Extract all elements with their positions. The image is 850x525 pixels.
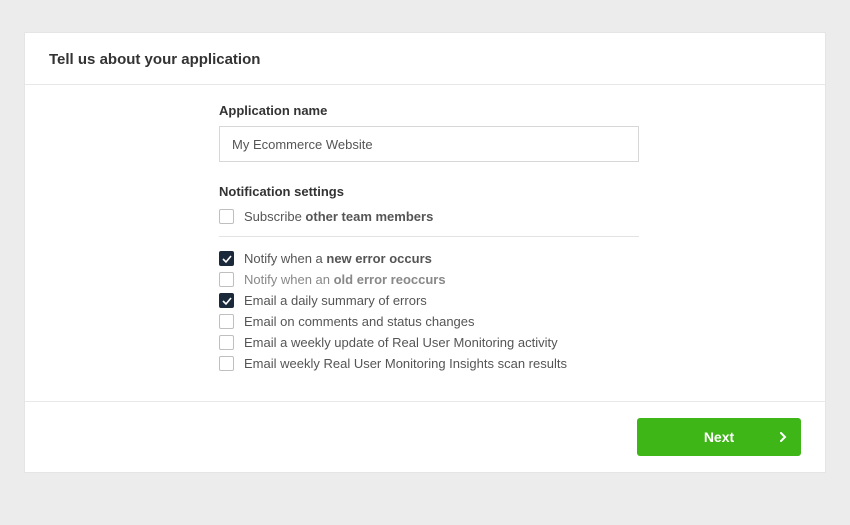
app-name-input[interactable]: [219, 126, 639, 162]
notification-label: Email a daily summary of errors: [244, 293, 427, 308]
app-name-label: Application name: [219, 103, 659, 118]
notification-checkbox[interactable]: [219, 293, 234, 308]
app-setup-card: Tell us about your application Applicati…: [24, 32, 826, 473]
notification-settings-label: Notification settings: [219, 184, 659, 199]
subscribe-checkbox[interactable]: [219, 209, 234, 224]
notification-label: Notify when an old error reoccurs: [244, 272, 446, 287]
notification-label: Email a weekly update of Real User Monit…: [244, 335, 558, 350]
subscribe-label: Subscribe other team members: [244, 209, 433, 224]
notification-row: Email weekly Real User Monitoring Insigh…: [219, 356, 659, 371]
card-body: Application name Notification settings S…: [25, 85, 825, 401]
notification-label: Email on comments and status changes: [244, 314, 475, 329]
notification-row: Email a daily summary of errors: [219, 293, 659, 308]
chevron-right-icon: [780, 429, 787, 445]
notification-checkbox[interactable]: [219, 251, 234, 266]
check-icon: [222, 296, 232, 306]
notification-checkbox[interactable]: [219, 335, 234, 350]
card-title: Tell us about your application: [49, 51, 801, 68]
notification-checkbox[interactable]: [219, 272, 234, 287]
card-header: Tell us about your application: [25, 33, 825, 85]
notification-row: Notify when an old error reoccurs: [219, 272, 659, 287]
notification-row: Notify when a new error occurs: [219, 251, 659, 266]
notification-row: Email a weekly update of Real User Monit…: [219, 335, 659, 350]
next-button[interactable]: Next: [637, 418, 801, 456]
next-button-label: Next: [704, 429, 734, 445]
notification-checkbox[interactable]: [219, 314, 234, 329]
notification-label: Notify when a new error occurs: [244, 251, 432, 266]
divider: [219, 236, 639, 237]
check-icon: [222, 254, 232, 264]
notification-checkbox[interactable]: [219, 356, 234, 371]
notification-list: Notify when a new error occurs Notify whe…: [219, 251, 659, 371]
subscribe-row: Subscribe other team members: [219, 209, 659, 224]
card-footer: Next: [25, 401, 825, 472]
notification-label: Email weekly Real User Monitoring Insigh…: [244, 356, 567, 371]
notification-row: Email on comments and status changes: [219, 314, 659, 329]
